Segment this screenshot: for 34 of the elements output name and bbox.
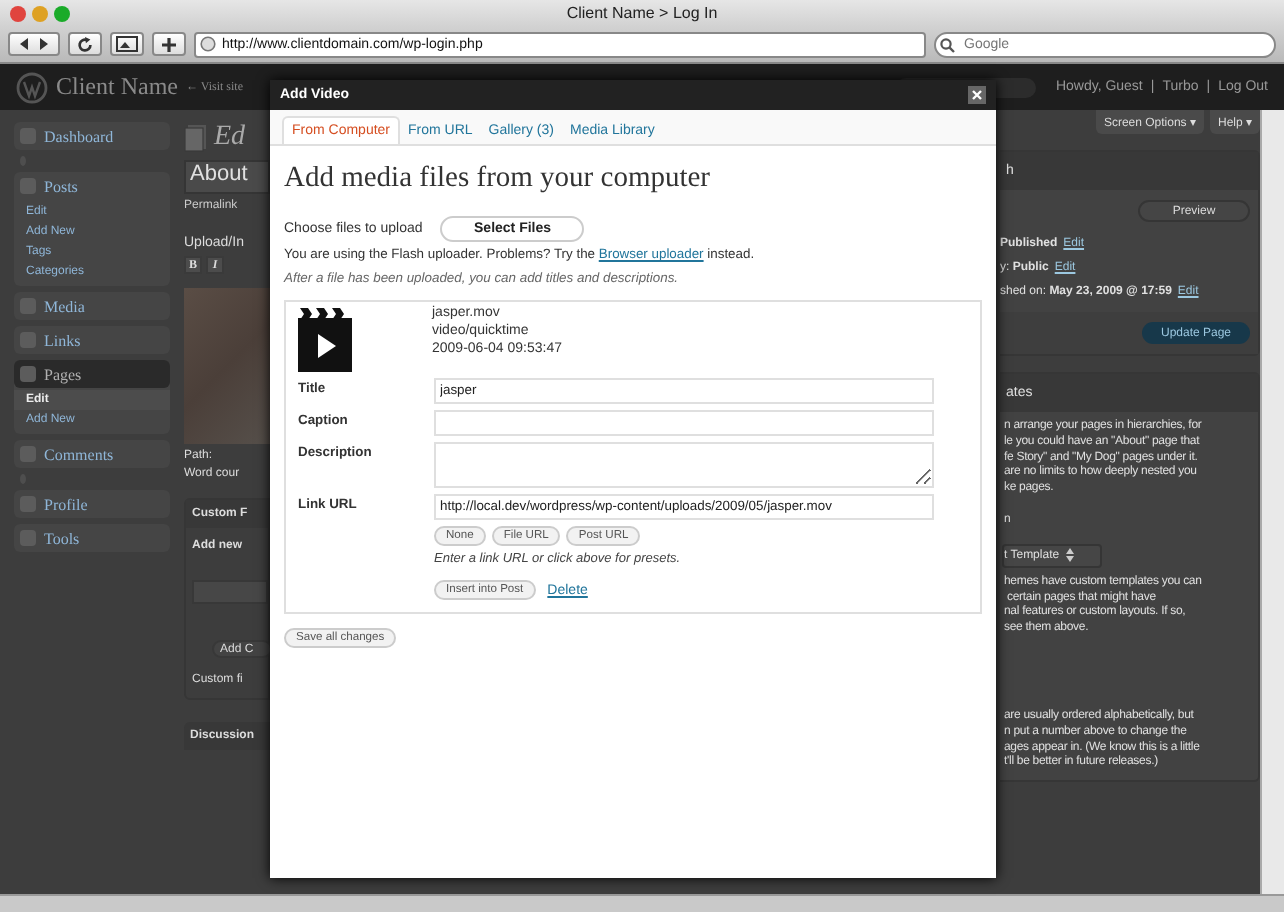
close-icon[interactable] [968,86,986,104]
reload-icon [76,35,94,53]
video-clapper-icon [298,306,352,372]
zoom-window-icon[interactable] [54,5,70,21]
snapshot-button[interactable] [110,32,144,56]
add-bookmark-button[interactable] [152,32,186,56]
title-field[interactable]: About [184,160,270,194]
sidebar-item[interactable]: Posts [14,172,170,200]
sidebar-item[interactable]: Tools [14,524,170,552]
globe-icon [200,36,216,52]
updown-arrows-icon [1065,548,1074,563]
dialog-heading: Add media files from your computer [284,162,713,196]
picture-icon [116,36,138,52]
sidebar-item[interactable]: Media [14,292,170,320]
sidebar-item[interactable]: Links [14,326,170,354]
sidebar-item[interactable]: Profile [14,490,170,518]
back-forward-button[interactable] [8,32,60,56]
description-field[interactable] [434,442,934,488]
minimize-window-icon[interactable] [32,5,48,21]
plus-icon [160,35,178,53]
custom-field-input[interactable] [192,580,268,604]
page-heading: Ed [214,122,246,154]
search-icon [940,37,960,53]
wordpress-logo-icon [16,71,48,103]
reload-button[interactable] [68,32,102,56]
sidebar-item[interactable]: Comments [14,440,170,468]
pages-icon [184,124,208,152]
window-title: Client Name > Log In [566,4,718,22]
sidebar-item[interactable]: Pages [14,360,170,388]
back-forward-icon [16,36,52,52]
close-window-icon[interactable] [10,5,26,21]
site-name: Client Name [56,72,178,102]
sidebar-item[interactable]: Dashboard [14,122,170,150]
text-field[interactable] [434,410,934,436]
